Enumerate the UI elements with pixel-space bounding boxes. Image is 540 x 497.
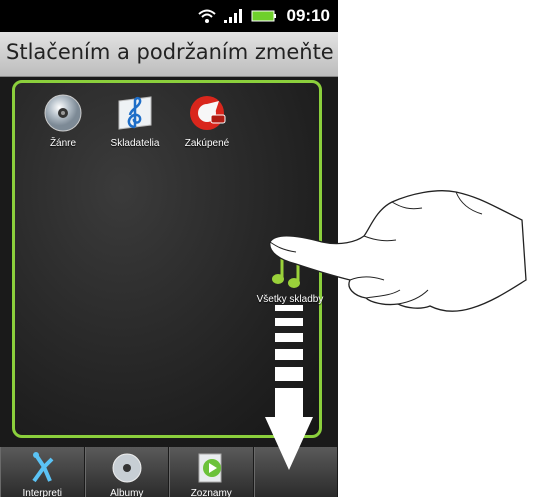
panel-item-label: Zakúpené [184, 138, 230, 149]
status-bar: 09:10 [0, 0, 338, 32]
wifi-icon [197, 8, 217, 24]
clock: 09:10 [286, 6, 330, 25]
tab-artists[interactable]: Interpreti [0, 447, 85, 497]
tab-label: Interpreti [22, 488, 62, 497]
purchased-icon [185, 91, 229, 135]
tab-playlists[interactable]: Zoznamy [169, 447, 254, 497]
tab-label: Albumy [110, 488, 144, 497]
panel-item-genres[interactable]: Žánre [23, 91, 103, 149]
cd-icon [110, 451, 144, 490]
hand-gesture-illustration [260, 180, 540, 355]
playlist-icon [195, 451, 227, 490]
artist-icon [26, 451, 58, 490]
tab-label: Zoznamy [190, 488, 232, 497]
page-title: Stlačením a podržaním zmeňte uspor [6, 40, 338, 64]
panel-item-label: Žánre [49, 138, 77, 149]
tab-albums[interactable]: Albumy [84, 447, 169, 497]
battery-icon [251, 9, 277, 23]
panel-item-composers[interactable]: Skladatelia [95, 91, 175, 149]
signal-icon [223, 8, 245, 24]
cd-icon [41, 91, 85, 135]
title-bar: Stlačením a podržaním zmeňte uspor [0, 32, 338, 77]
panel-item-purchased[interactable]: Zakúpené [167, 91, 247, 149]
treble-clef-icon [113, 91, 157, 135]
panel-item-label: Skladatelia [110, 138, 160, 149]
